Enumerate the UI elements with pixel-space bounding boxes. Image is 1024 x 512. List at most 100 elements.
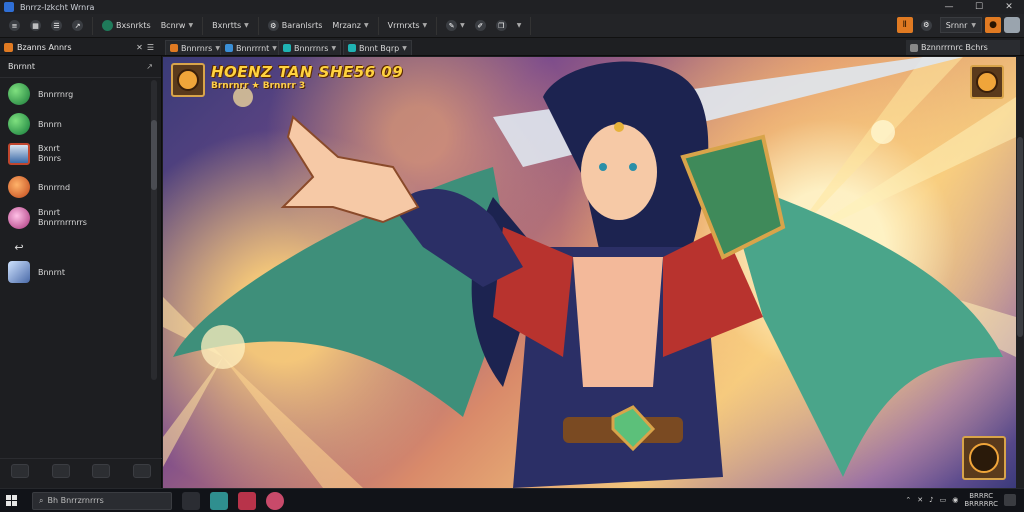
toolbar-dropdown-6[interactable]: Vrrnrxts ▼ — [384, 18, 432, 34]
chevron-down-icon: ▼ — [460, 22, 465, 29]
sidebar-item-7[interactable]: Bnnrnt — [0, 261, 146, 283]
network-icon[interactable]: ✕ — [917, 496, 923, 504]
emblem-badge-bottom-right[interactable] — [962, 436, 1006, 480]
artwork-canvas[interactable]: HOENZ TAN SHE56 09 Brnrnrr ★ Brnnrr 3 — [163, 57, 1016, 488]
sidebar-item-5[interactable]: Bnnrt Bnnrrnrrnrrs — [0, 207, 146, 229]
window-title: Bnrrz-Izkcht Wrnra — [20, 2, 95, 12]
start-button[interactable] — [0, 489, 24, 512]
taskbar-search[interactable]: ⌕ Bh Bnrrzrnrrrs — [32, 491, 172, 510]
sidebar-button-home[interactable] — [11, 463, 30, 478]
toolbar-button-menu[interactable]: ≡ — [5, 18, 24, 34]
window-controls: — ☐ ✕ — [934, 0, 1024, 14]
settings-icon: ⚙ — [920, 19, 932, 31]
taskbar-search-placeholder: Bh Bnrrzrnrrrs — [47, 496, 104, 505]
toolbar-dropdown-2[interactable]: Bcnrw ▼ — [157, 18, 197, 34]
toolbar-dropdown-3[interactable]: Bxnrtts ▼ — [208, 18, 253, 34]
eye-left — [599, 163, 607, 171]
app-teal-icon[interactable] — [210, 491, 228, 510]
gear-icon: ⚙ — [267, 20, 279, 31]
sidebar-item-2[interactable]: Bnnrn — [0, 113, 146, 135]
toolbar-dropdown-5-label: Mrzanz — [332, 21, 361, 30]
chevron-down-icon: ▼ — [331, 44, 337, 52]
document-icon — [225, 44, 233, 52]
document-icon — [170, 44, 178, 52]
sidebar-item-label: Bnnrrnd — [38, 182, 71, 192]
clock[interactable]: BRRRC BRRRRRC — [964, 492, 998, 508]
action-center-icon[interactable] — [1004, 494, 1016, 506]
toolbar-group-4: ⚙ Baranlsrts Mrzanz ▼ — [259, 16, 379, 35]
eye-right — [629, 163, 637, 171]
sidebar-item-label: Bxnrt Bnnrs — [38, 144, 62, 163]
tab-document-2-label: Bnnrrrnt — [236, 43, 270, 53]
chevron-down-icon: ▼ — [363, 22, 369, 29]
tab-document-2[interactable]: Bnnrrrnt ▼ — [220, 40, 282, 55]
toolbar-button-edit[interactable]: ✐ — [471, 18, 490, 34]
canvas-scrollbar-thumb[interactable] — [1017, 137, 1023, 337]
toolbar-button-list[interactable]: ☰ — [47, 18, 66, 34]
chevron-down-icon: ▼ — [971, 21, 976, 29]
sun-icon — [976, 71, 998, 93]
toolbar-button-more[interactable]: ▼ — [513, 18, 526, 34]
emblem-badge-top-right[interactable] — [970, 65, 1004, 99]
volume-icon[interactable]: ♪ — [929, 496, 933, 504]
crest-icon — [969, 443, 999, 473]
toolbar-dropdown-4[interactable]: ⚙ Baranlsrts — [264, 18, 327, 34]
toolbar-field-label: Srnnr — [945, 20, 968, 30]
toolbar-dropdown-1[interactable]: Bxsnrkts — [98, 18, 155, 34]
toolbar-button-share[interactable]: ↗ — [68, 18, 87, 34]
notification-icon[interactable]: ◉ — [952, 496, 958, 504]
sidebar-item-1[interactable]: Bnnrrnrg — [0, 83, 146, 105]
tab-document-3[interactable]: Bnnrrnrs ▼ — [278, 40, 342, 55]
sidebar-item-6[interactable]: ↩ — [0, 240, 146, 254]
expand-icon[interactable]: ↗ — [146, 62, 153, 71]
app-pink-icon[interactable] — [266, 491, 284, 510]
share-icon: ↗ — [72, 20, 83, 31]
tab-bar: Bzanns Annrs ✕ ☰ Bnnrnrs ▼ Bnnrrrnt ▼ Bn… — [0, 38, 1024, 56]
tab-left-panel-label: Bzanns Annrs — [17, 43, 72, 52]
toolbar-button-settings[interactable]: ⚙ — [917, 17, 936, 33]
search-icon: ⌕ — [39, 495, 44, 505]
tab-right-panel[interactable]: Bznnrrrnrc Bchrs — [906, 40, 1020, 55]
tab-left-panel[interactable]: Bzanns Annrs ✕ ☰ — [4, 40, 154, 55]
toolbar-dropdown-1-label: Bxsnrkts — [116, 21, 151, 30]
sidebar-button-sync[interactable] — [92, 463, 111, 478]
chest — [573, 257, 663, 387]
task-view-icon[interactable] — [182, 491, 200, 510]
app-red-icon[interactable] — [238, 491, 256, 510]
emblem-badge-top-left[interactable] — [171, 63, 205, 97]
chevron-down-icon: ▼ — [272, 44, 277, 52]
tab-document-4[interactable]: Bnnt Bqrp ▼ — [343, 40, 412, 55]
chevron-down-icon: ▼ — [244, 22, 249, 29]
toolbar-button-copy[interactable]: ❐ — [492, 18, 511, 34]
battery-icon[interactable]: ▭ — [940, 496, 947, 504]
sidebar-button-view[interactable] — [51, 463, 70, 478]
profile-avatar[interactable] — [1004, 17, 1020, 33]
chevron-down-icon: ▼ — [516, 22, 522, 29]
main-toolbar: ≡ ▦ ☰ ↗ Bxsnrkts Bcnrw ▼ Bxnrtts ▼ ⚙ Bar… — [0, 14, 1024, 38]
record-button[interactable]: ● — [985, 17, 1001, 33]
toolbar-field[interactable]: Srnnr ▼ — [939, 17, 982, 33]
forehead-gem — [614, 122, 624, 132]
tab-document-1-label: Bnnrnrs — [181, 43, 213, 53]
pause-button[interactable]: Ⅱ — [896, 17, 913, 33]
panel-menu-icon[interactable]: ☰ — [147, 43, 154, 52]
leaf-icon — [8, 113, 30, 135]
brush-icon: ✎ — [446, 20, 458, 31]
sidebar-scrollbar-thumb[interactable] — [151, 120, 157, 190]
sidebar-item-label: Bnnrn — [38, 119, 62, 129]
toolbar-button-grid[interactable]: ▦ — [26, 18, 45, 34]
sidebar-scrollbar[interactable] — [151, 80, 157, 380]
close-button[interactable]: ✕ — [994, 0, 1024, 14]
close-icon[interactable]: ✕ — [136, 43, 143, 52]
sidebar-item-3[interactable]: Bxnrt Bnnrs — [0, 143, 146, 165]
toolbar-button-brush[interactable]: ✎ ▼ — [442, 18, 469, 34]
toolbar-dropdown-5[interactable]: Mrzanz ▼ — [328, 18, 372, 34]
sidebar-item-4[interactable]: Bnnrrnd — [0, 176, 146, 198]
canvas-scrollbar[interactable] — [1016, 57, 1024, 488]
sidebar-button-save[interactable] — [132, 463, 151, 478]
tab-document-1[interactable]: Bnnrnrs ▼ — [165, 40, 225, 55]
chevron-up-icon[interactable]: ⌃ — [905, 496, 911, 504]
book-icon — [8, 143, 30, 165]
minimize-button[interactable]: — — [934, 0, 964, 14]
maximize-button[interactable]: ☐ — [964, 0, 994, 14]
